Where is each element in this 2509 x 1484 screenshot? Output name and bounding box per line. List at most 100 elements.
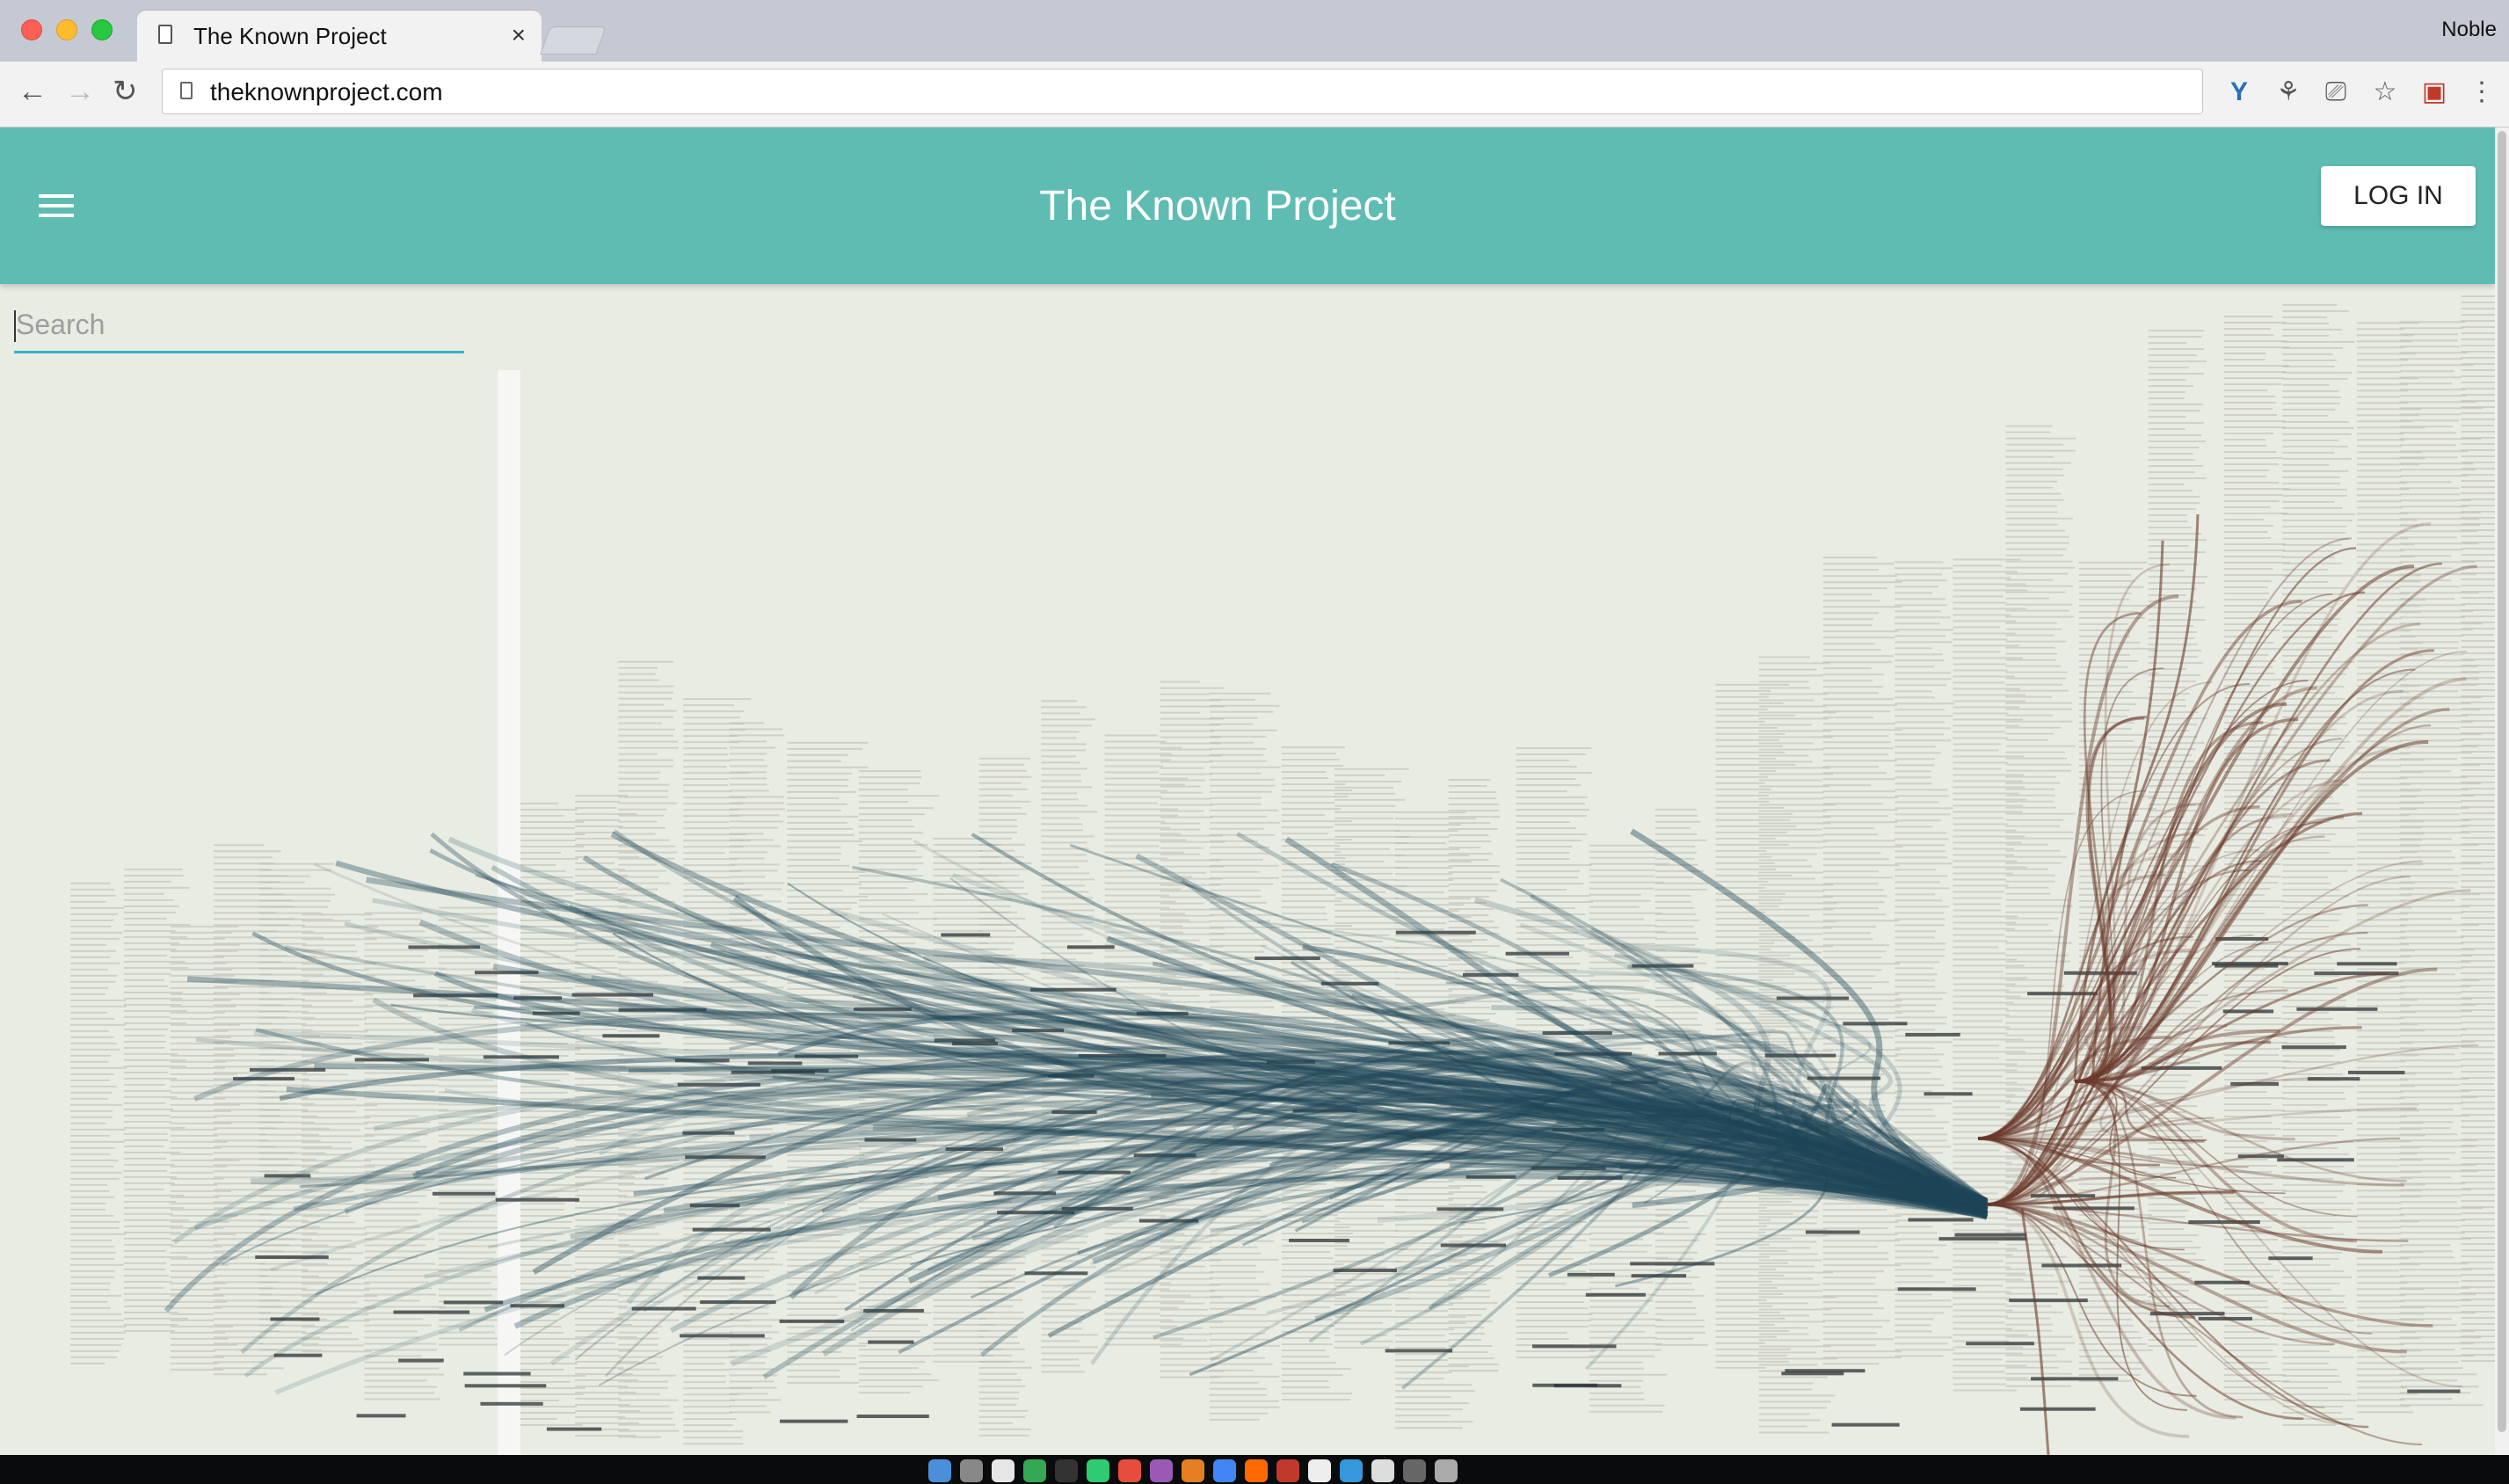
text-line xyxy=(2223,451,2277,454)
text-line xyxy=(2461,554,2495,556)
url-text[interactable]: theknownproject.com xyxy=(210,78,443,106)
text-line xyxy=(978,1434,1029,1437)
text-line xyxy=(438,1128,504,1131)
text-line xyxy=(2148,674,2201,677)
text-line xyxy=(1448,847,1481,849)
text-line xyxy=(2399,339,2458,342)
text-line xyxy=(2282,353,2333,355)
text-line xyxy=(123,1323,178,1326)
zoom-window-button[interactable] xyxy=(91,19,113,40)
text-line xyxy=(302,1018,367,1021)
text-line xyxy=(1589,856,1656,859)
text-line xyxy=(1953,1254,2013,1256)
text-line xyxy=(2005,788,2055,790)
text-line xyxy=(1516,833,1588,836)
bookmark-star-icon[interactable]: ☆ xyxy=(2370,77,2400,107)
text-line xyxy=(1822,1357,1902,1359)
text-line xyxy=(258,1281,328,1284)
text-line xyxy=(1715,1280,1772,1283)
paper-label xyxy=(2337,962,2397,966)
text-line xyxy=(1394,1396,1451,1399)
text-line xyxy=(1822,1252,1888,1255)
text-line xyxy=(1516,1357,1595,1359)
text-line xyxy=(2148,1259,2205,1262)
text-line xyxy=(1281,1319,1333,1321)
text-line xyxy=(1589,1404,1665,1407)
text-line xyxy=(2005,978,2056,981)
text-line xyxy=(2461,978,2495,981)
text-line xyxy=(2461,1114,2495,1117)
text-line xyxy=(2399,1349,2455,1351)
new-tab-button[interactable] xyxy=(540,26,607,55)
text-line xyxy=(2399,1201,2458,1204)
text-line xyxy=(1041,786,1093,789)
text-line xyxy=(1758,1407,1827,1409)
text-line xyxy=(1953,675,2015,678)
evernote-icon[interactable]: ⚘ xyxy=(2273,77,2303,107)
text-line xyxy=(2005,948,2055,950)
extension-red-icon[interactable]: ▣ xyxy=(2419,77,2449,107)
text-line xyxy=(2282,334,2330,337)
text-line xyxy=(1654,1319,1705,1321)
text-line xyxy=(1822,673,1884,676)
text-line xyxy=(858,819,913,822)
text-line xyxy=(2223,426,2287,429)
text-line xyxy=(1516,797,1588,799)
tab-close-icon[interactable]: × xyxy=(512,21,526,49)
text-line xyxy=(2223,691,2272,694)
text-line xyxy=(1516,790,1567,793)
page-content: The Known Project LOG IN xyxy=(0,127,2495,1455)
text-line xyxy=(1210,1369,1254,1371)
close-window-button[interactable] xyxy=(21,19,42,40)
text-line xyxy=(1758,1037,1831,1040)
text-line xyxy=(1041,1297,1091,1299)
text-line xyxy=(1758,724,1812,726)
text-line xyxy=(1160,914,1214,917)
text-line xyxy=(170,1017,215,1020)
text-line xyxy=(858,906,933,908)
reload-icon[interactable]: ↻ xyxy=(113,74,138,109)
text-line xyxy=(364,1367,440,1370)
forward-icon[interactable]: → xyxy=(65,74,95,109)
text-line xyxy=(1758,730,1831,732)
cast-icon[interactable]: ⎚ xyxy=(2321,77,2351,107)
text-line xyxy=(1953,1174,2026,1176)
text-line xyxy=(2005,1052,2069,1055)
text-line xyxy=(123,1102,166,1104)
text-line xyxy=(787,803,847,805)
text-line xyxy=(364,1029,439,1031)
text-line xyxy=(1715,843,1789,846)
text-line xyxy=(2005,1077,2070,1080)
chrome-menu-icon[interactable]: ⋮ xyxy=(2467,77,2497,107)
text-line xyxy=(2223,580,2272,583)
minimize-window-button[interactable] xyxy=(56,19,77,40)
back-icon[interactable]: ← xyxy=(18,74,47,109)
text-line xyxy=(364,1102,442,1105)
extension-y-icon[interactable]: Y xyxy=(2224,77,2254,107)
address-bar[interactable]: theknownproject.com xyxy=(162,69,2203,114)
text-line xyxy=(2148,484,2185,486)
text-line xyxy=(1448,816,1501,818)
paper-label xyxy=(1532,1383,1598,1387)
text-line xyxy=(1281,1380,1329,1383)
text-line xyxy=(1953,1100,2011,1102)
text-line xyxy=(1715,714,1795,717)
text-line xyxy=(1822,575,1898,578)
text-line xyxy=(2282,494,2348,497)
text-line xyxy=(575,1083,626,1086)
text-line xyxy=(683,698,752,701)
text-line xyxy=(1894,653,1943,656)
text-line xyxy=(1160,853,1200,855)
text-line xyxy=(2399,930,2457,933)
profile-name[interactable]: Noble xyxy=(2441,18,2497,42)
text-line xyxy=(2461,1151,2495,1153)
browser-tab[interactable]: The Known Project × xyxy=(137,11,542,62)
text-line xyxy=(1654,913,1696,915)
text-line xyxy=(683,704,734,707)
text-line xyxy=(1654,1294,1705,1297)
text-line xyxy=(1953,558,2021,561)
text-line xyxy=(1953,1032,2008,1035)
text-line xyxy=(1654,833,1698,835)
text-line xyxy=(1953,1377,2028,1379)
page-info-icon[interactable] xyxy=(180,82,193,99)
